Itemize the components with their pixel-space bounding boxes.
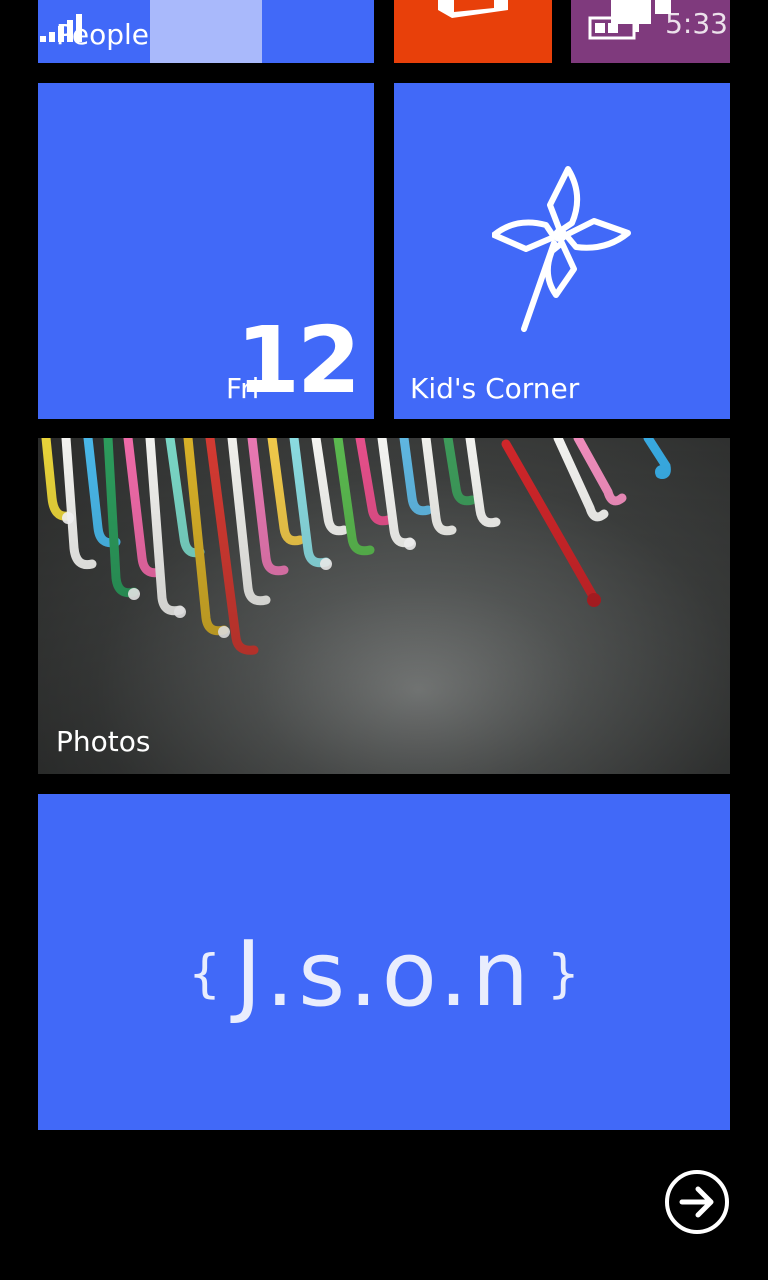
kids-corner-tile[interactable]: Kid's Corner — [394, 83, 730, 419]
json-brace-open: { — [188, 944, 222, 1005]
signal-icon — [40, 12, 86, 42]
people-tile[interactable]: People — [38, 0, 374, 63]
office-icon — [438, 0, 508, 18]
calendar-date: 12 — [235, 307, 361, 414]
pinwheel-icon — [492, 166, 631, 332]
start-screen: People 5:33 Fri 12 Kid's Corner Photos {… — [0, 0, 768, 1280]
json-app-tile[interactable]: {J.s.o.n} — [38, 794, 730, 1130]
photos-tile[interactable]: Photos — [38, 438, 730, 774]
photos-tile-image — [38, 438, 730, 774]
arrow-right-circle-icon[interactable] — [664, 1169, 730, 1235]
kids-corner-label: Kid's Corner — [410, 372, 580, 405]
photos-tile-label: Photos — [56, 725, 151, 758]
office-tile[interactable] — [394, 0, 552, 63]
json-brace-close: } — [546, 944, 580, 1005]
json-app-logo: {J.s.o.n} — [38, 922, 730, 1027]
battery-icon — [588, 16, 639, 40]
calendar-tile[interactable]: Fri 12 — [38, 83, 374, 419]
people-tile-photo — [150, 0, 262, 63]
status-time: 5:33 — [665, 7, 728, 40]
json-app-name: J.s.o.n — [235, 922, 533, 1027]
